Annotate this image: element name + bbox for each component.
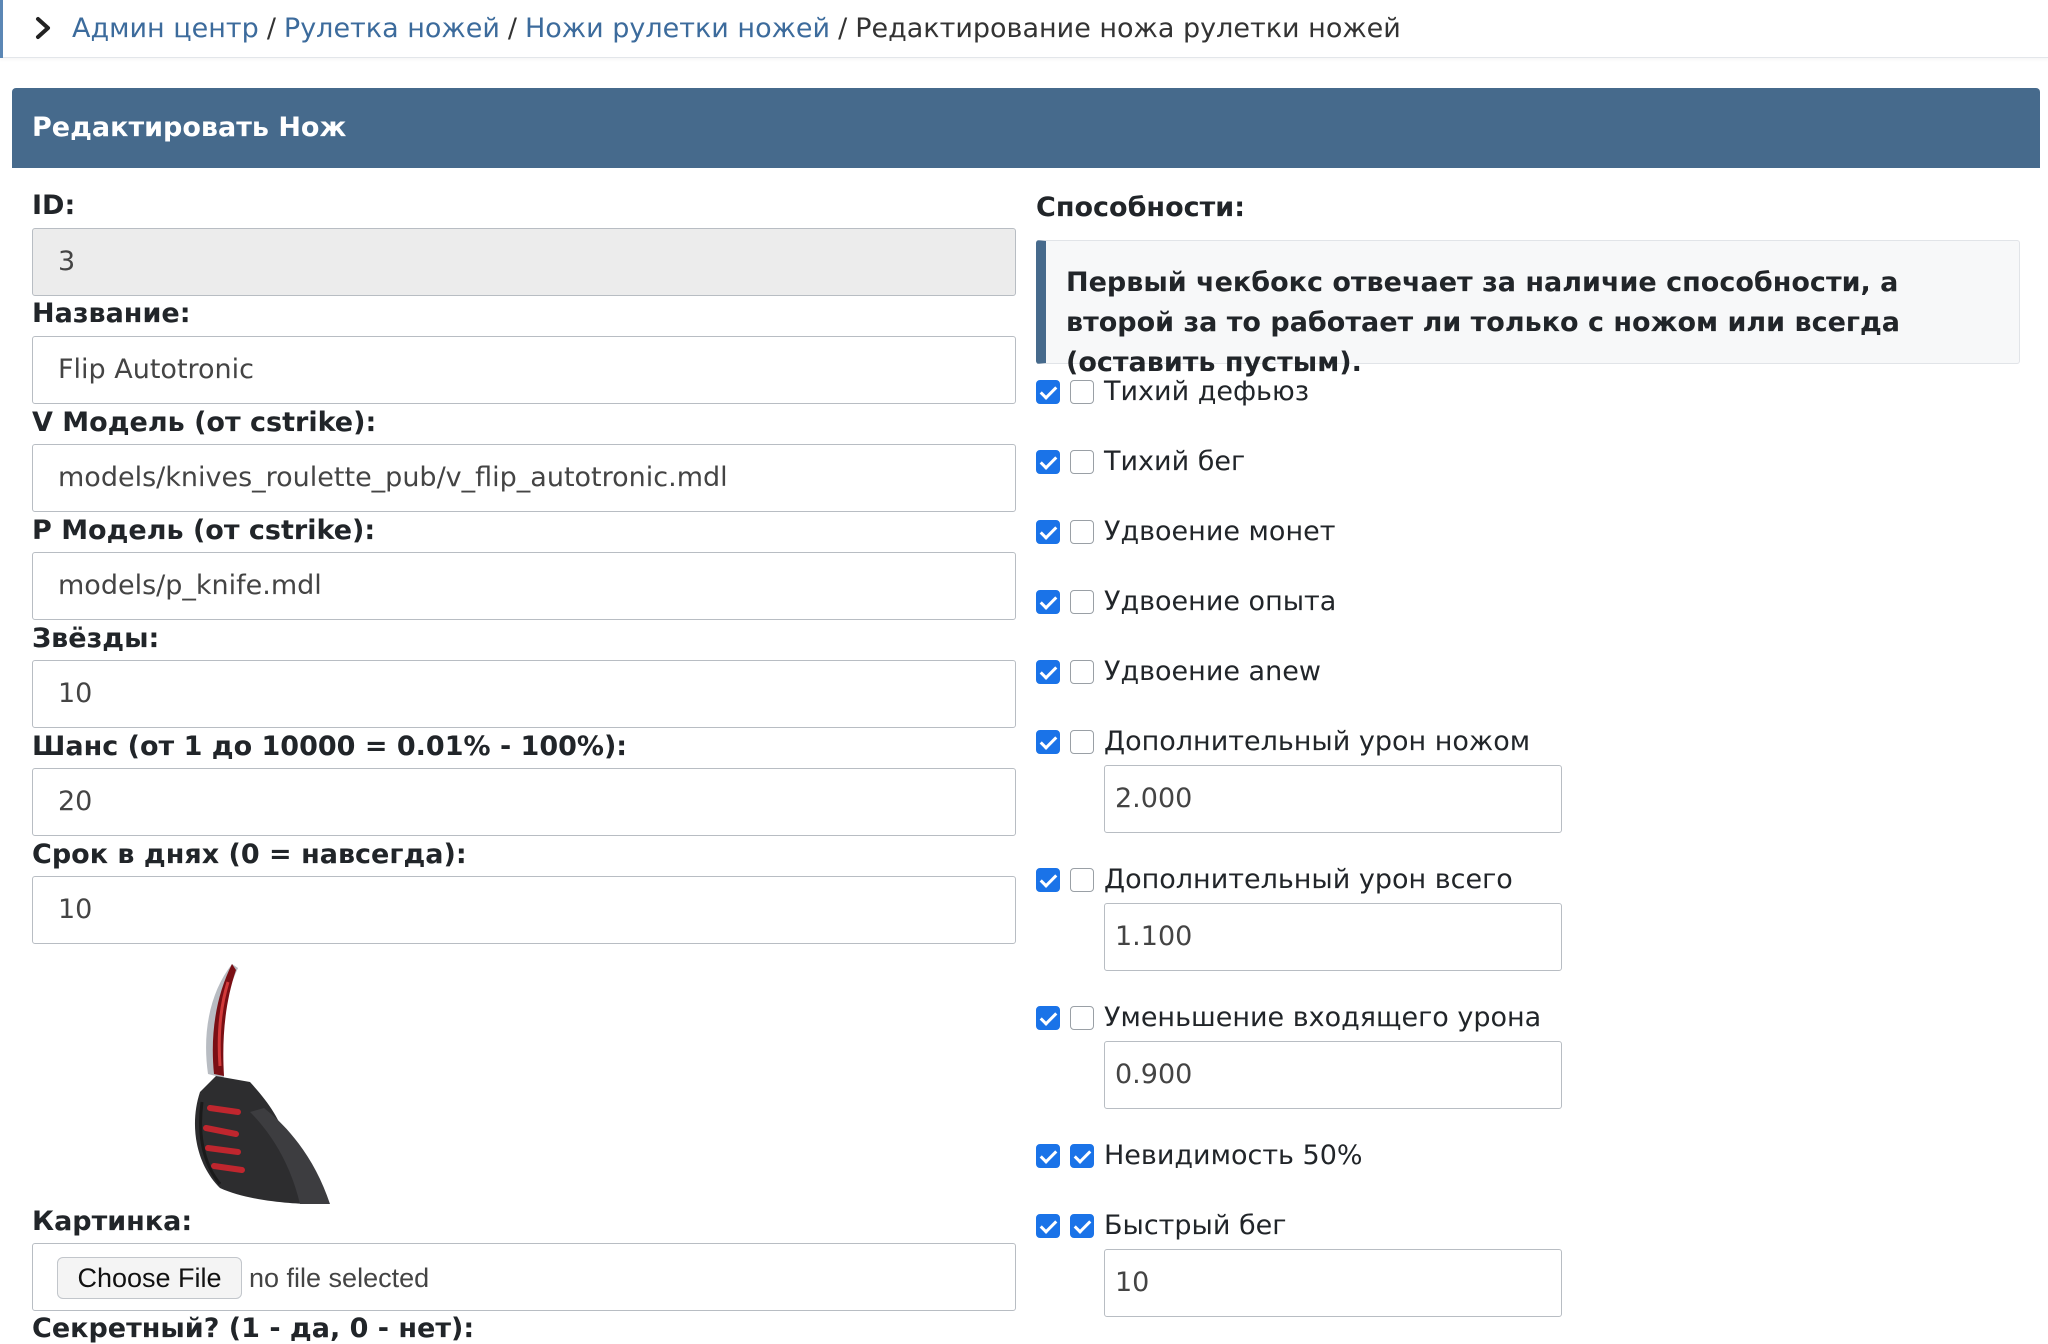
ability-always-checkbox[interactable] [1070,660,1094,684]
extra-total-damage-input[interactable]: 1.100 [1104,903,1562,971]
secret-label: Секретный? (1 - да, 0 - нет): [32,1313,475,1344]
ability-label: Удвоение anew [1104,656,1321,687]
ability-enabled-checkbox[interactable] [1036,868,1060,892]
id-field: 3 [32,228,1016,296]
ability-always-checkbox[interactable] [1070,520,1094,544]
ability-always-checkbox[interactable] [1070,590,1094,614]
breadcrumb-link-knife-roulette[interactable]: Рулетка ножей [284,13,500,44]
v-model-label: V Модель (от cstrike): [32,407,377,438]
ability-enabled-checkbox[interactable] [1036,380,1060,404]
image-file-input: Choose File no file selected [32,1243,1016,1311]
ability-enabled-checkbox[interactable] [1036,660,1060,684]
ability-label: Дополнительный урон ножом [1104,726,1531,757]
id-label: ID: [32,190,76,221]
breadcrumb-link-admin-center[interactable]: Админ центр [72,13,259,44]
abilities-title: Способности: [1036,192,1245,223]
stars-field[interactable]: 10 [32,660,1016,728]
breadcrumb-separator: / [838,13,848,44]
ability-always-checkbox[interactable] [1070,450,1094,474]
v-model-field[interactable]: models/knives_roulette_pub/v_flip_autotr… [32,444,1016,512]
knife-image [180,962,360,1204]
extra-knife-damage-input[interactable]: 2.000 [1104,765,1562,833]
ability-always-checkbox[interactable] [1070,1144,1094,1168]
damage-reduction-input[interactable]: 0.900 [1104,1041,1562,1109]
ability-label: Дополнительный урон всего [1104,864,1513,895]
stars-label: Звёзды: [32,623,160,654]
chance-label: Шанс (от 1 до 10000 = 0.01% - 100%): [32,731,628,762]
breadcrumb-link-roulette-knives[interactable]: Ножи рулетки ножей [525,13,830,44]
ability-enabled-checkbox[interactable] [1036,1144,1060,1168]
choose-file-button[interactable]: Choose File [57,1257,242,1299]
ability-enabled-checkbox[interactable] [1036,1006,1060,1030]
ability-always-checkbox[interactable] [1070,868,1094,892]
sidebar-edge [0,0,3,58]
term-label: Срок в днях (0 = навсегда): [32,839,467,870]
p-model-field[interactable]: models/p_knife.mdl [32,552,1016,620]
breadcrumb-current: Редактирование ножа рулетки ножей [855,13,1401,44]
breadcrumb: Админ центр / Рулетка ножей / Ножи рулетки н… [72,10,1401,48]
ability-label: Невидимость 50% [1104,1140,1363,1171]
abilities-note: Первый чекбокс отвечает за наличие спосо… [1036,240,2020,378]
ability-label: Удвоение монет [1104,516,1336,547]
file-status-text: no file selected [249,1263,430,1293]
ability-enabled-checkbox[interactable] [1036,520,1060,544]
ability-always-checkbox[interactable] [1070,380,1094,404]
chance-field[interactable]: 20 [32,768,1016,836]
name-label: Название: [32,298,191,329]
ability-always-checkbox[interactable] [1070,1006,1094,1030]
ability-label: Уменьшение входящего урона [1104,1002,1542,1033]
card-title: Редактировать Нож [12,88,2040,168]
ability-label: Удвоение опыта [1104,586,1337,617]
fast-run-input[interactable]: 10 [1104,1249,1562,1317]
term-field[interactable]: 10 [32,876,1016,944]
ability-enabled-checkbox[interactable] [1036,1214,1060,1238]
ability-label: Быстрый бег [1104,1210,1287,1241]
breadcrumb-separator: / [507,13,517,44]
ability-label: Тихий бег [1104,446,1246,477]
ability-enabled-checkbox[interactable] [1036,730,1060,754]
chevron-right-icon[interactable] [32,14,56,42]
ability-always-checkbox[interactable] [1070,1214,1094,1238]
ability-enabled-checkbox[interactable] [1036,590,1060,614]
p-model-label: P Модель (от cstrike): [32,515,376,546]
ability-label: Тихий дефьюз [1104,376,1310,407]
image-label: Картинка: [32,1206,193,1237]
breadcrumb-separator: / [266,13,276,44]
breadcrumb-bar: Админ центр / Рулетка ножей / Ножи рулетки н… [0,0,2048,58]
name-field[interactable]: Flip Autotronic [32,336,1016,404]
ability-enabled-checkbox[interactable] [1036,450,1060,474]
ability-always-checkbox[interactable] [1070,730,1094,754]
